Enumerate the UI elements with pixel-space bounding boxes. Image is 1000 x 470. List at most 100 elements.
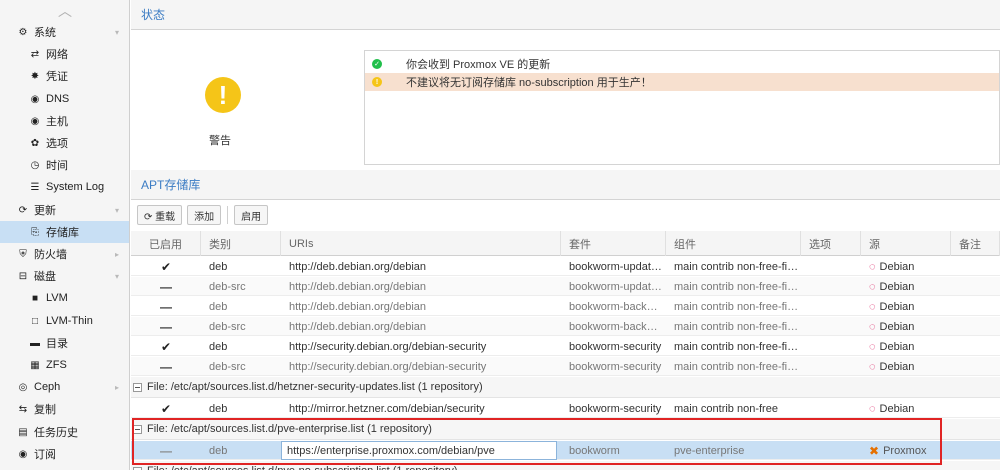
enable-button[interactable]: 启用	[234, 205, 269, 225]
network-icon: ⇄	[30, 48, 40, 60]
column-header[interactable]: 备注	[951, 231, 1000, 256]
sidebar-item[interactable]: ⇄ 网络	[0, 43, 129, 65]
enabled-cell[interactable]: ✔	[131, 337, 201, 356]
task-history-icon: ▤	[18, 426, 28, 438]
enabled-cell[interactable]: —	[131, 297, 201, 316]
sidebar-item[interactable]: ◉ 订阅	[0, 443, 129, 465]
group-header[interactable]: File: /etc/apt/sources.list.d/pve-enterp…	[131, 419, 1000, 440]
origin-label: Debian	[879, 300, 915, 313]
sidebar-item[interactable]: ■ LVM	[0, 287, 129, 309]
sidebar-item[interactable]: ▦ ZFS	[0, 354, 129, 376]
comment-cell	[951, 317, 1000, 336]
uri-edit-field[interactable]: https://enterprise.proxmox.com/debian/pv…	[281, 441, 557, 460]
enabled-cell[interactable]: —	[131, 441, 201, 460]
add-button[interactable]: 添加	[187, 205, 222, 225]
enabled-cell[interactable]: ✔	[131, 399, 201, 418]
sidebar-item[interactable]: ◉ DNS	[0, 88, 129, 110]
status-message-list: ✓ 你会收到 Proxmox VE 的更新 ! 不建议将无订阅存储库 no-su…	[364, 50, 1000, 165]
type-cell: deb	[209, 300, 228, 313]
table-row[interactable]: — deb https://enterprise.proxmox.com/debia…	[131, 441, 1000, 460]
dash-icon: —	[160, 279, 172, 294]
group-title: File: /etc/apt/sources.list.d/pve-enterp…	[147, 423, 432, 435]
enabled-cell[interactable]: —	[131, 357, 201, 376]
table-row[interactable]: ✔ deb http://mirror.hetzner.com/debian/sec…	[131, 399, 1000, 418]
components-cell: main contrib non-free-fi…	[674, 360, 799, 373]
comment-cell	[951, 357, 1000, 376]
dash-icon: —	[160, 299, 172, 314]
sidebar-item[interactable]: ⇆ 复制	[0, 398, 129, 420]
group-header[interactable]: File: /etc/apt/sources.list.d/hetzner-se…	[131, 377, 1000, 398]
chevron-right-icon[interactable]: ▸	[115, 383, 119, 392]
options-cell	[801, 441, 861, 460]
sidebar-item[interactable]: ☰ System Log	[0, 176, 129, 198]
sidebar-item[interactable]: ⛨ 防火墙 ▸	[0, 243, 129, 265]
origin-label: Proxmox	[883, 444, 927, 457]
column-header[interactable]: 类别	[201, 231, 281, 256]
sidebar-item-label: 任务历史	[34, 427, 78, 439]
column-header[interactable]: 已启用	[131, 231, 201, 256]
lvm-thin-icon: □	[31, 315, 39, 327]
sidebar-item-label: 凭证	[46, 71, 68, 83]
enabled-cell[interactable]: —	[131, 277, 201, 296]
status-message-ok: ✓ 你会收到 Proxmox VE 的更新	[365, 55, 999, 73]
collapse-icon[interactable]	[133, 382, 142, 392]
sidebar-item[interactable]: ⚙ 系统 ▾	[0, 21, 129, 43]
sidebar-item[interactable]: ✿ 选项	[0, 132, 129, 154]
debian-icon: ◌	[869, 300, 876, 313]
suite-cell: bookworm-updat…	[569, 280, 662, 293]
sidebar-item[interactable]: □ LVM-Thin	[0, 310, 129, 332]
sidebar-item[interactable]: ⟳ 更新 ▾	[0, 199, 129, 221]
origin-label: Debian	[879, 260, 915, 273]
suite-cell: bookworm-security	[569, 340, 662, 353]
debian-icon: ◌	[869, 320, 876, 333]
enabled-cell[interactable]: ✔	[131, 257, 201, 276]
table-row[interactable]: — deb-src http://deb.debian.org/debian book…	[131, 277, 1000, 296]
sidebar-item-label: 防火墙	[34, 249, 67, 261]
column-header[interactable]: 选项	[801, 231, 861, 256]
sidebar-item[interactable]: ▤ 任务历史	[0, 421, 129, 443]
debian-icon: ◌	[869, 402, 876, 415]
lvm-icon: ■	[31, 292, 39, 304]
table-row[interactable]: ✔ deb http://deb.debian.org/debian bookworm…	[131, 257, 1000, 276]
collapse-icon[interactable]	[133, 466, 142, 470]
sidebar-item[interactable]: ⎘ 存储库	[0, 221, 129, 243]
column-header[interactable]: 套件	[561, 231, 666, 256]
sidebar-item[interactable]: ⊟ 磁盘 ▾	[0, 265, 129, 287]
apt-toolbar: ⟳ 重载 添加 启用	[131, 200, 1000, 230]
check-icon: ✔	[160, 259, 172, 274]
group-header[interactable]: File: /etc/apt/sources.list.d/pve-no-sub…	[131, 461, 1000, 470]
sidebar-item[interactable]: ▬ 目录	[0, 332, 129, 354]
column-header[interactable]: 源	[861, 231, 951, 256]
zfs-icon: ▦	[30, 359, 40, 371]
table-row[interactable]: — deb-src http://deb.debian.org/debian book…	[131, 317, 1000, 336]
sidebar-item[interactable]: ◎ Ceph ▸	[0, 376, 129, 398]
chevron-down-icon[interactable]: ▾	[115, 206, 119, 215]
table-row[interactable]: ✔ deb http://security.debian.org/debian-se…	[131, 337, 1000, 356]
scroll-up-icon[interactable]: ︿	[58, 1, 72, 21]
support-icon: ◉	[18, 448, 28, 460]
status-message-warning: ! 不建议将无订阅存储库 no-subscription 用于生产！	[365, 73, 999, 91]
table-row[interactable]: — deb-src http://security.debian.org/debia…	[131, 357, 1000, 376]
column-header[interactable]: 组件	[666, 231, 801, 256]
sidebar-item[interactable]: ◷ 时间	[0, 154, 129, 176]
collapse-icon[interactable]	[133, 424, 142, 434]
sidebar-item-label: 选项	[46, 138, 68, 150]
reload-button[interactable]: ⟳ 重载	[137, 205, 183, 225]
chevron-down-icon[interactable]: ▾	[115, 28, 119, 37]
chevron-down-icon[interactable]: ▾	[115, 272, 119, 281]
sidebar-item[interactable]: ◉ 主机	[0, 110, 129, 132]
repository-grid: 已启用 类别 URIs 套件 组件 选项源备注 ✔ deb http://deb.debian…	[131, 231, 1000, 470]
components-cell: main contrib non-free-fi…	[674, 320, 799, 333]
chevron-right-icon[interactable]: ▸	[115, 250, 119, 259]
apt-title: APT存储库	[141, 178, 201, 192]
origin-cell: ◌ Debian	[861, 297, 951, 316]
origin-cell: ◌ Debian	[861, 337, 951, 356]
enabled-cell[interactable]: —	[131, 317, 201, 336]
sidebar-item-label: 订阅	[34, 449, 56, 461]
comment-cell	[951, 399, 1000, 418]
sidebar-item[interactable]: ✸ 凭证	[0, 65, 129, 87]
column-header[interactable]: URIs	[281, 231, 561, 256]
table-row[interactable]: — deb http://deb.debian.org/debian bookworm…	[131, 297, 1000, 316]
debian-icon: ◌	[869, 360, 876, 373]
sidebar-item-label: 磁盘	[34, 271, 56, 283]
